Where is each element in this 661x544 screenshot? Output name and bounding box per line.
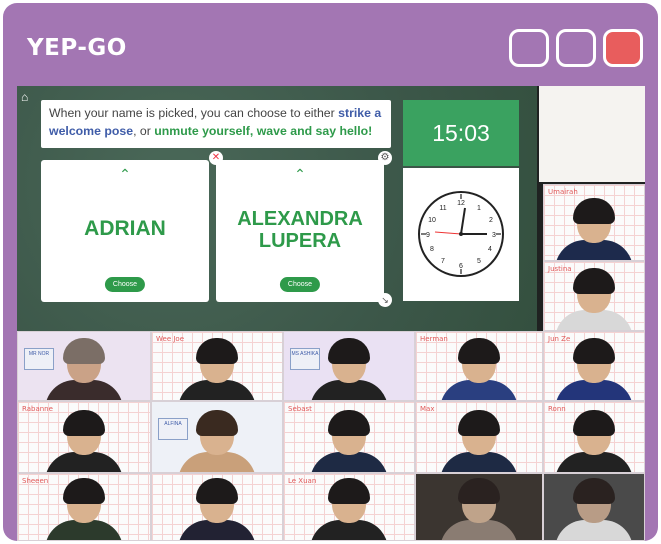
video-tile[interactable] — [543, 473, 645, 541]
instruction-part-3: , or — [133, 124, 155, 138]
video-tile[interactable]: MS ASHIKA — [283, 331, 415, 401]
participant-name: Umairah — [548, 188, 578, 196]
chevron-up-icon[interactable]: ⌃ — [41, 166, 209, 183]
participant-name: Rabanne — [22, 405, 53, 413]
instruction-part-4: unmute yourself, wave and say hello! — [154, 124, 373, 138]
chevron-up-icon[interactable]: ⌃ — [216, 166, 384, 183]
participant-name: Herman — [420, 335, 448, 343]
svg-text:8: 8 — [430, 246, 434, 253]
video-tile[interactable]: Sheeen — [17, 473, 151, 541]
clock-face-icon: 1212 345 678 91011 — [418, 191, 504, 277]
svg-text:10: 10 — [428, 217, 436, 224]
gear-icon[interactable]: ⚙ — [378, 151, 392, 165]
participant-name: Sebast — [288, 405, 312, 413]
instruction-part-1: When your name is picked, you can choose… — [49, 106, 339, 120]
analog-clock: 12 1 2 345 678 9 10 11 — [403, 168, 519, 301]
right-empty-panel — [539, 86, 645, 182]
choose-button-2[interactable]: Choose — [279, 277, 321, 292]
video-tile[interactable]: Ronn — [543, 401, 645, 473]
participant-name: Justina — [548, 265, 572, 273]
svg-text:12: 12 — [457, 200, 465, 207]
svg-text:3: 3 — [492, 232, 496, 239]
participant-name: Ronn — [548, 405, 566, 413]
window-button-1[interactable] — [509, 29, 549, 67]
video-tile[interactable]: Sebast — [283, 401, 415, 473]
svg-text:11: 11 — [439, 205, 446, 212]
app-title: YEP-GO — [27, 35, 127, 61]
countdown-timer: 15:03 — [403, 100, 519, 166]
meeting-stage: ⌂ When your name is picked, you can choo… — [17, 86, 645, 541]
svg-text:5: 5 — [477, 258, 481, 265]
svg-text:1: 1 — [477, 205, 481, 212]
video-tile[interactable]: ALFINA — [151, 401, 283, 473]
video-tile[interactable]: Jun Ze — [543, 331, 645, 401]
video-tile[interactable]: MR NOR — [17, 331, 151, 401]
video-tile[interactable]: Le Xuan — [283, 473, 415, 541]
participant-name: Max — [420, 405, 435, 413]
video-tile[interactable]: Herman — [415, 331, 543, 401]
participant-name: Jun Ze — [548, 335, 571, 343]
video-tile[interactable]: Max — [415, 401, 543, 473]
card-name-1: ADRIAN — [84, 217, 166, 240]
video-tile[interactable] — [151, 473, 283, 541]
name-card-1: ⌃ ADRIAN Choose — [41, 160, 209, 302]
card-name-2: ALEXANDRA LUPERA — [237, 208, 363, 252]
chalkboard: ⌂ When your name is picked, you can choo… — [17, 86, 537, 331]
choose-button-1[interactable]: Choose — [104, 277, 146, 292]
svg-text:9: 9 — [426, 232, 430, 239]
svg-text:2: 2 — [489, 217, 493, 224]
video-tile[interactable]: Wee Joe — [151, 331, 283, 401]
video-tile[interactable]: Rabanne — [17, 401, 151, 473]
app-frame: YEP-GO ⌂ When your name is picked, you c… — [3, 3, 658, 541]
home-icon[interactable]: ⌂ — [21, 90, 35, 104]
svg-text:4: 4 — [488, 246, 492, 253]
svg-text:7: 7 — [441, 258, 445, 265]
participant-name: Wee Joe — [156, 335, 185, 343]
window-close-button[interactable] — [603, 29, 643, 67]
svg-text:6: 6 — [459, 263, 463, 270]
resize-icon[interactable]: ↘ — [378, 293, 392, 307]
video-tile[interactable] — [415, 473, 543, 541]
name-card-2: ⌃ ALEXANDRA LUPERA Choose — [216, 160, 384, 302]
close-icon[interactable]: ✕ — [209, 151, 223, 165]
instruction-text: When your name is picked, you can choose… — [41, 100, 391, 148]
video-tile[interactable]: Umairah — [543, 184, 645, 261]
window-button-2[interactable] — [556, 29, 596, 67]
video-tile[interactable]: Justina — [543, 261, 645, 331]
